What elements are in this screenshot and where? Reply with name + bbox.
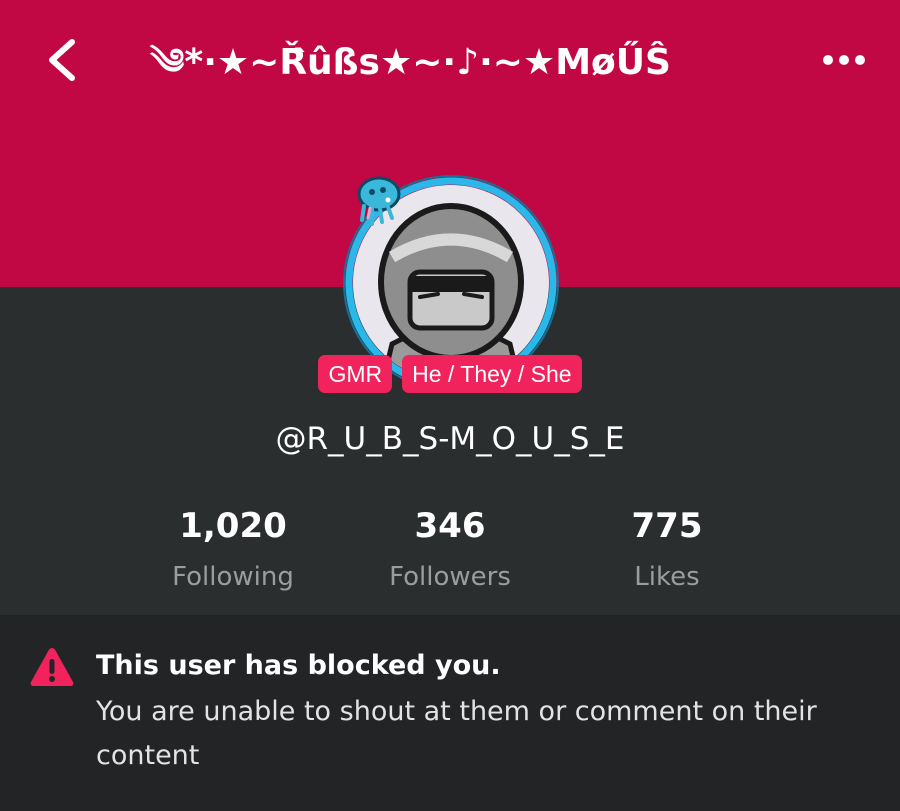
stat-label: Following — [172, 562, 294, 592]
profile-stats: 1,020 Following 346 Followers 775 Likes — [0, 500, 900, 610]
stat-value: 775 — [631, 506, 703, 546]
stat-label: Followers — [389, 562, 511, 592]
profile-title: ༄*·★~Ř̂ûßs★~·♪·~★MøŰŜ — [150, 36, 735, 90]
more-horizontal-icon — [823, 55, 865, 65]
notice-message: You are unable to shout at them or comme… — [96, 696, 817, 771]
chevron-left-icon — [49, 39, 75, 81]
username: @R_U_B_S-M_O_U_S_E — [275, 421, 625, 457]
pronouns-badge: He / They / She — [402, 355, 582, 393]
badge-label: GMR — [318, 355, 393, 393]
stat-value: 1,020 — [179, 506, 287, 546]
stat-followers[interactable]: 346 Followers — [340, 500, 560, 602]
profile-title-text: ༄*·★~Ř̂ûßs★~·♪·~★MøŰŜ — [150, 42, 671, 83]
notice-title: This user has blocked you. — [96, 650, 501, 681]
back-button[interactable] — [30, 28, 94, 92]
stat-value: 346 — [414, 506, 486, 546]
stat-likes[interactable]: 775 Likes — [557, 500, 777, 602]
profile-badges: GMR He / They / She — [0, 355, 900, 393]
stat-label: Likes — [634, 562, 700, 592]
more-options-button[interactable] — [812, 28, 876, 92]
top-bar: ༄*·★~Ř̂ûßs★~·♪·~★MøŰŜ — [0, 20, 900, 104]
warning-icon — [30, 648, 74, 686]
stat-following[interactable]: 1,020 Following — [123, 500, 343, 602]
